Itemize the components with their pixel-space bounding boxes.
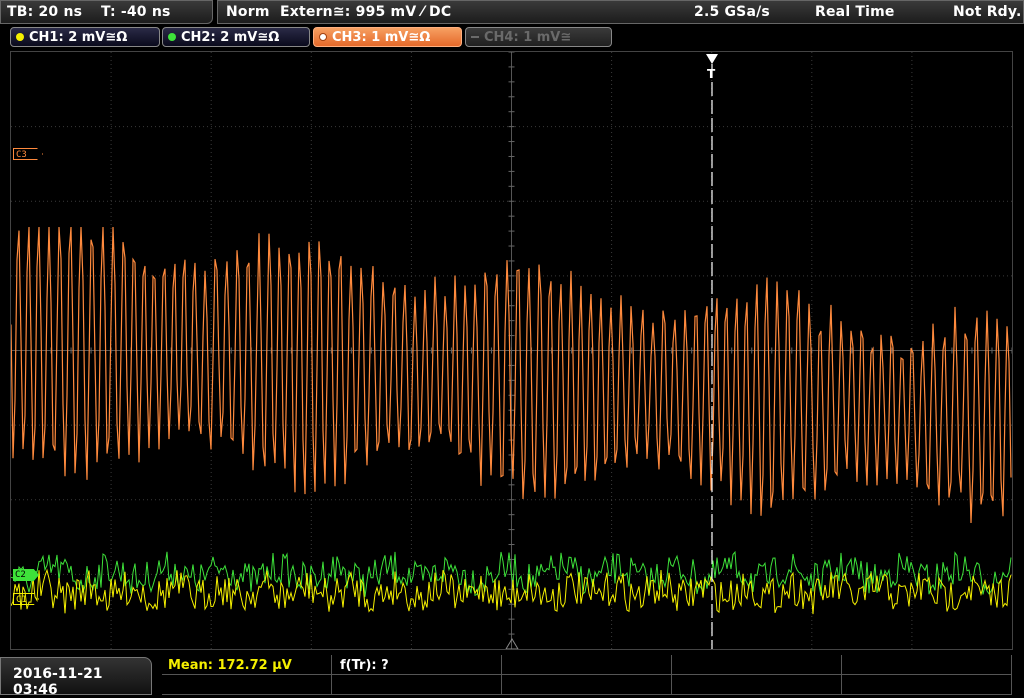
trigger-position-icon: [706, 54, 718, 64]
datetime-label: 2016-11-21 03:46: [13, 666, 103, 698]
datetime-panel[interactable]: 2016-11-21 03:46: [0, 657, 152, 698]
channel-2-label: CH2: 2 mV≅Ω: [181, 29, 280, 45]
channel-1-indicator-icon: [16, 33, 24, 41]
waveform-display[interactable]: T C3 C2 C1: [10, 51, 1013, 650]
measurement-cell: [672, 655, 842, 675]
timebase-label: TB: 20 ns: [7, 4, 83, 20]
channel-4-tab[interactable]: CH4: 1 mV≅: [465, 27, 612, 47]
timebase-panel[interactable]: TB: 20 ns T: -40 ns: [0, 0, 213, 24]
mean-measurement: Mean: 172.72 µV: [168, 658, 292, 673]
measurement-cell: [672, 675, 842, 695]
channel-2-tab[interactable]: CH2: 2 mV≅Ω: [162, 27, 310, 47]
measurement-table[interactable]: Mean: 172.72 µV f(Tr): ?: [162, 655, 1012, 695]
channel-2-indicator-icon: [168, 33, 176, 41]
footer-bar: 2016-11-21 03:46 Mean: 172.72 µV f(Tr): …: [0, 655, 1024, 698]
trigger-panel[interactable]: Norm Extern≅: 995 mV ⁄ DC 2.5 GSa/s Real…: [217, 0, 1024, 24]
channel-4-label: CH4: 1 mV≅: [484, 29, 572, 45]
trigger-source-label: Extern≅: 995 mV ⁄ DC: [280, 4, 452, 20]
sample-rate-label: 2.5 GSa/s: [694, 4, 770, 20]
trigger-position-marker: T: [707, 67, 716, 81]
channel-3-indicator-icon: [319, 33, 327, 41]
measurement-cell: [332, 675, 502, 695]
channel-1-label: CH1: 2 mV≅Ω: [29, 29, 128, 45]
run-status-label: Not Rdy.: [953, 4, 1022, 20]
channel-3-tab[interactable]: CH3: 1 mV≅Ω: [313, 27, 462, 47]
channel-4-off-icon: [471, 36, 479, 38]
channel-1-offset-marker[interactable]: C1: [13, 593, 39, 605]
acquisition-mode-label: Real Time: [815, 4, 895, 20]
channel-2-offset-marker[interactable]: C2: [13, 569, 39, 581]
measurement-cell: [162, 675, 332, 695]
trigger-mode-label: Norm: [226, 4, 270, 20]
trigger-frequency-measurement: f(Tr): ?: [340, 658, 389, 673]
channel-3-label: CH3: 1 mV≅Ω: [332, 29, 431, 45]
channel-1-tab[interactable]: CH1: 2 mV≅Ω: [10, 27, 160, 47]
measurement-cell: [842, 675, 1012, 695]
waveform-canvas: T: [11, 52, 1012, 649]
channel-3-offset-marker[interactable]: C3: [13, 148, 43, 160]
measurement-cell: [502, 655, 672, 675]
measurement-cell: [842, 655, 1012, 675]
trigger-offset-label: T: -40 ns: [101, 4, 171, 20]
measurement-cell: [502, 675, 672, 695]
